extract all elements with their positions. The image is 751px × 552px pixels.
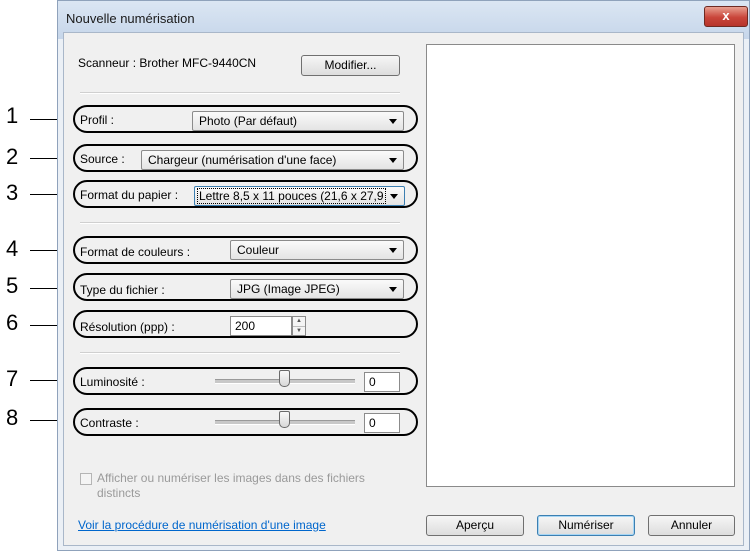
brightness-value-input[interactable]: 0 — [364, 372, 400, 392]
color-format-label: Format de couleurs : — [80, 245, 191, 259]
callout-4: 4 — [6, 236, 19, 261]
chevron-down-icon — [389, 158, 397, 163]
window-title: Nouvelle numérisation — [66, 11, 195, 26]
resolution-input[interactable]: 200 — [230, 316, 292, 336]
contrast-value-input[interactable]: 0 — [364, 413, 400, 433]
scan-dialog-window: Nouvelle numérisation x Scanneur : Broth… — [57, 0, 750, 551]
separator — [80, 92, 400, 94]
preview-area — [426, 44, 735, 487]
help-link[interactable]: Voir la procédure de numérisation d'une … — [78, 518, 326, 532]
chevron-down-icon — [390, 194, 398, 199]
paper-size-select[interactable]: Lettre 8,5 x 11 pouces (21,6 x 27,9 — [194, 186, 405, 206]
color-format-value: Couleur — [237, 243, 280, 257]
callout-3: 3 — [6, 180, 19, 205]
separator — [80, 222, 400, 224]
preview-button-label: Aperçu — [455, 518, 495, 532]
close-button[interactable]: x — [704, 6, 748, 27]
source-value: Chargeur (numérisation d'une face) — [148, 153, 337, 167]
brightness-label: Luminosité : — [80, 375, 145, 389]
separator — [80, 352, 400, 354]
cancel-button[interactable]: Annuler — [648, 515, 735, 536]
contrast-label: Contraste : — [80, 416, 139, 430]
separate-files-checkbox[interactable] — [80, 473, 92, 485]
paper-size-value: Lettre 8,5 x 11 pouces (21,6 x 27,9 — [197, 188, 386, 204]
preview-button[interactable]: Aperçu — [426, 515, 524, 536]
stepper-down-icon[interactable]: ▼ — [293, 327, 305, 336]
dialog-body: Scanneur : Brother MFC-9440CN Modifier..… — [63, 32, 744, 546]
resolution-stepper[interactable]: ▲ ▼ — [292, 316, 306, 336]
chevron-down-icon — [389, 119, 397, 124]
profile-select[interactable]: Photo (Par défaut) — [192, 111, 404, 131]
color-format-select[interactable]: Couleur — [230, 240, 404, 260]
callout-8: 8 — [6, 405, 19, 430]
file-type-value: JPG (Image JPEG) — [237, 282, 340, 296]
brightness-slider-thumb[interactable] — [279, 370, 290, 387]
callout-7: 7 — [6, 366, 19, 391]
paper-size-label: Format du papier : — [80, 188, 179, 202]
scan-button[interactable]: Numériser — [537, 515, 635, 536]
source-label: Source : — [80, 152, 125, 166]
separate-files-label-line1: Afficher ou numériser les images dans de… — [97, 471, 365, 485]
chevron-down-icon — [389, 248, 397, 253]
resolution-label: Résolution (ppp) : — [80, 320, 175, 334]
separate-files-label-line2: distincts — [97, 486, 141, 500]
file-type-label: Type du fichier : — [80, 283, 165, 297]
chevron-down-icon — [389, 287, 397, 292]
stepper-up-icon[interactable]: ▲ — [293, 317, 305, 327]
callout-2: 2 — [6, 144, 19, 169]
source-select[interactable]: Chargeur (numérisation d'une face) — [141, 150, 404, 170]
close-icon: x — [722, 8, 730, 23]
scan-button-label: Numériser — [558, 518, 614, 532]
contrast-slider-thumb[interactable] — [279, 411, 290, 428]
scanner-label: Scanneur : Brother MFC-9440CN — [78, 56, 257, 70]
profile-label: Profil : — [80, 113, 115, 127]
file-type-select[interactable]: JPG (Image JPEG) — [230, 279, 404, 299]
callout-6: 6 — [6, 310, 19, 335]
callout-1: 1 — [6, 103, 19, 128]
cancel-button-label: Annuler — [670, 518, 713, 532]
profile-value: Photo (Par défaut) — [199, 114, 298, 128]
modify-button-label: Modifier... — [324, 58, 377, 72]
modify-scanner-button[interactable]: Modifier... — [301, 55, 400, 76]
callout-5: 5 — [6, 273, 19, 298]
